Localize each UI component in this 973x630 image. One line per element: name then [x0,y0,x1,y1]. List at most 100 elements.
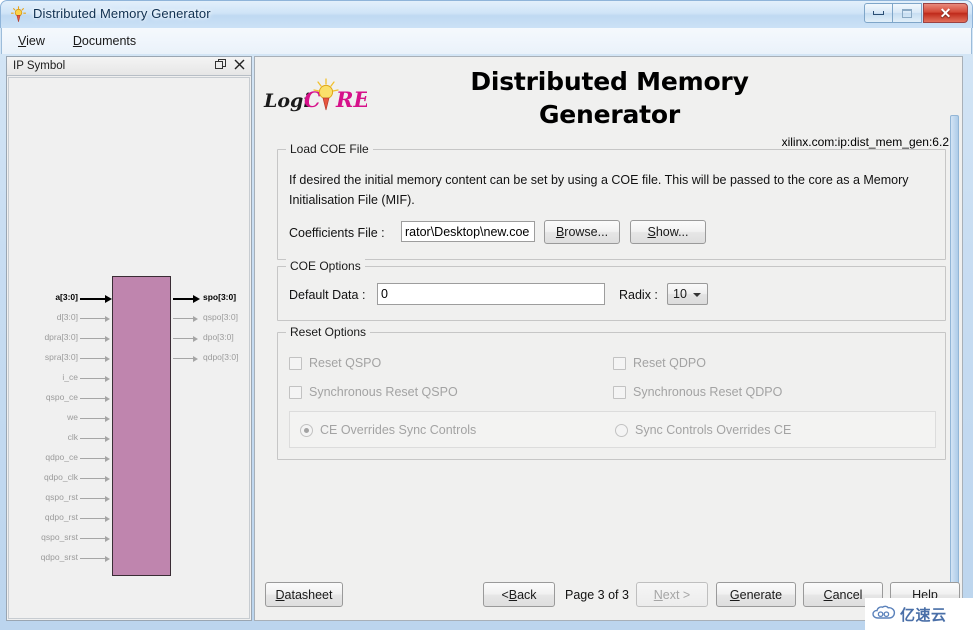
radio-label: CE Overrides Sync Controls [320,423,477,437]
checkbox-box [613,356,626,370]
reset-options-group: Reset Options Reset QSPO Reset QDPO Sync… [277,325,946,460]
radix-selected-value: 10 [673,287,687,301]
watermark-text: 亿速云 [900,605,947,624]
ip-symbol-canvas: a[3:0] d[3:0] dpra[3:0] spra[3:0] i_ce qspo_c… [8,77,250,619]
output-pin-line [173,358,195,359]
radix-label: Radix : [619,288,658,302]
minimize-button[interactable] [864,3,893,23]
output-pin-line [173,338,195,339]
output-pin-arrow [193,335,198,342]
input-pin-line [80,558,106,559]
default-data-input[interactable] [377,283,605,305]
output-pin-label: dpo[3:0] [203,332,234,342]
page-title-line-2: Generator [538,100,681,129]
radix-select[interactable]: 10 [667,283,708,305]
checkbox-label: Synchronous Reset QSPO [309,385,458,399]
window-controls: ✕ [864,3,968,23]
core-block-shape [112,276,171,576]
radio-dot [615,423,628,437]
input-pin-arrow [105,555,110,562]
checkbox-label: Reset QSPO [309,356,382,370]
input-pin-arrow [105,515,110,522]
input-pin-label: qdpo_rst [44,512,78,522]
maximize-icon [902,8,912,18]
menu-item-documents[interactable]: Documents [69,32,140,50]
window-title: Distributed Memory Generator [33,6,211,21]
input-pin-line [80,498,106,499]
page-title-line-1: Distributed Memory [470,67,749,96]
input-pin-line [80,538,106,539]
checkbox-synchronous-reset-qspo[interactable]: Synchronous Reset QSPO [289,385,458,399]
browse-button[interactable]: Browse... [544,220,620,244]
output-pin-arrow [193,355,198,362]
close-icon[interactable] [234,59,245,73]
datasheet-button[interactable]: Datasheet [265,582,343,607]
coefficients-file-label: Coefficients File : [289,226,385,240]
ip-symbol-drawing: a[3:0] d[3:0] dpra[3:0] spra[3:0] i_ce qspo_c… [9,78,249,618]
checkbox-label: Synchronous Reset QDPO [633,385,783,399]
load-coe-description-line-1: If desired the initial memory content ca… [289,173,909,187]
vertical-scrollbar[interactable] [950,115,959,620]
footer-bar: Datasheet < Back Page 3 of 3 Next > Gene… [255,574,962,620]
input-pin-label: d[3:0] [56,312,78,322]
load-coe-group-title: Load COE File [286,142,373,156]
ip-symbol-panel-header: IP Symbol [7,57,251,76]
checkbox-reset-qspo[interactable]: Reset QSPO [289,356,381,370]
title-bar: Distributed Memory Generator ✕ [0,0,973,28]
radio-label: Sync Controls Overrides CE [635,423,792,437]
input-pin-label: i_ce [62,372,78,382]
load-coe-group: Load COE File If desired the initial mem… [277,142,946,260]
input-pin-label: dpra[3:0] [44,332,78,342]
input-pin-line [80,378,106,379]
input-pin-line [80,398,106,399]
output-pin-label: qspo[3:0] [203,312,238,322]
output-pin-line [173,318,195,319]
output-pin-line [173,298,195,300]
lightbulb-icon [10,6,27,23]
reset-options-group-title: Reset Options [286,325,371,339]
input-pin-line [80,418,106,419]
default-data-label: Default Data : [289,288,366,302]
show-button[interactable]: Show... [630,220,706,244]
maximize-button[interactable] [893,3,922,23]
checkbox-box [613,385,626,399]
input-pin-arrow [105,455,110,462]
menu-item-view[interactable]: View [14,32,49,50]
input-pin-arrow [105,415,110,422]
input-pin-arrow [105,475,110,482]
main-content-panel: Logi C RE Distributed Memory Generator x… [254,56,963,621]
close-button[interactable]: ✕ [923,3,968,23]
generate-button[interactable]: Generate [716,582,796,607]
input-pin-line [80,518,106,519]
undock-icon[interactable] [215,59,226,73]
back-button[interactable]: < Back [483,582,555,607]
input-pin-label: qdpo_ce [45,452,78,462]
input-pin-label: we [67,412,78,422]
chevron-down-icon [693,293,701,297]
checkbox-box [289,385,302,399]
application-window: Distributed Memory Generator ✕ View Docu… [0,0,973,630]
coe-options-group-title: COE Options [286,259,365,273]
checkbox-synchronous-reset-qdpo[interactable]: Synchronous Reset QDPO [613,385,782,399]
menu-bar: View Documents [1,28,972,54]
input-pin-label: qspo_srst [41,532,78,542]
coe-options-group: COE Options Default Data : Radix : 10 [277,259,946,321]
checkbox-reset-qdpo[interactable]: Reset QDPO [613,356,706,370]
input-pin-line [80,438,106,439]
input-pin-line [80,478,106,479]
radio-sync-controls-overrides-ce[interactable]: Sync Controls Overrides CE [615,423,791,437]
output-pin-arrow [193,315,198,322]
coefficients-file-input[interactable] [401,221,535,242]
output-pin-arrow [193,294,200,303]
input-pin-label: qspo_rst [45,492,78,502]
checkbox-box [289,356,302,370]
input-pin-label: clk [67,432,78,442]
radio-ce-overrides-sync-controls[interactable]: CE Overrides Sync Controls [300,423,476,437]
input-pin-label: qdpo_srst [40,552,78,562]
page-title: Distributed Memory Generator [255,65,962,131]
page-indicator: Page 3 of 3 [565,588,629,602]
input-pin-line [80,318,106,319]
cloud-icon [872,605,896,624]
input-pin-arrow [105,355,110,362]
next-button[interactable]: Next > [636,582,708,607]
